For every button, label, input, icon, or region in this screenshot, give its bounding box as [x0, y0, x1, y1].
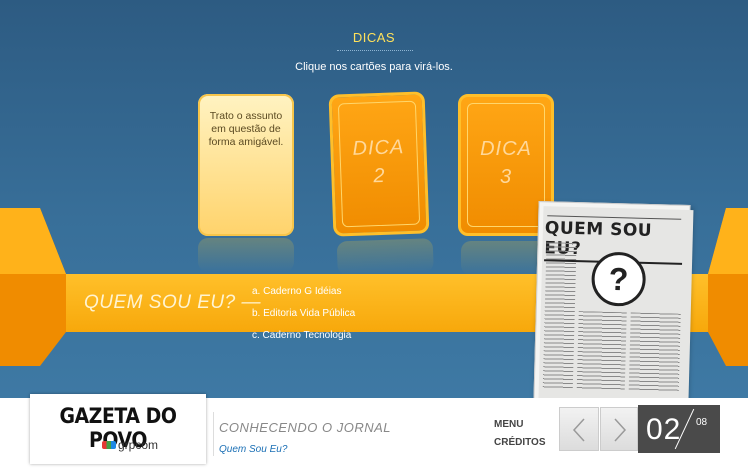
card-reflection	[336, 238, 434, 276]
answer-options: a. Caderno G Idéias b. Editoria Vida Púb…	[252, 281, 355, 347]
newspaper-column	[628, 312, 681, 392]
title-divider	[337, 50, 413, 51]
tip-card-3-label-line2: 3	[499, 166, 513, 188]
newspaper-illustration: QUEM SOU EU? ?	[533, 201, 694, 409]
band-right-arrow-icon	[708, 208, 748, 366]
tip-card-3-label: DICA 3	[461, 135, 551, 191]
page-current: 02	[646, 413, 682, 446]
tip-card-2-label: DICA 2	[333, 132, 425, 191]
section-title: CONHECENDO O JORNAL	[219, 420, 392, 435]
prev-page-button[interactable]	[559, 407, 599, 451]
chevron-right-icon	[614, 418, 627, 442]
newspaper-column	[542, 242, 577, 390]
page-title: DICAS	[352, 30, 396, 45]
option-a[interactable]: a. Caderno G Idéias	[252, 281, 355, 303]
next-page-button[interactable]	[600, 407, 638, 451]
tip-card-2-label-line1: DICA	[352, 136, 405, 160]
credits-link[interactable]: CRÉDITOS	[494, 434, 546, 452]
grpcom-text: grpcom	[118, 438, 159, 452]
page-indicator: 02 08	[638, 405, 720, 453]
tip-card-2-label-line2: 2	[372, 164, 386, 188]
option-b[interactable]: b. Editoria Vida Pública	[252, 303, 355, 325]
tip-card-1[interactable]: Trato o assunto em questão de forma amig…	[198, 94, 294, 272]
section-subtitle[interactable]: Quem Sou Eu?	[219, 444, 287, 455]
grpcom-logo-icon	[102, 441, 116, 449]
gazeta-logo[interactable]: GAZETA DO POVO grpcom	[30, 394, 206, 464]
menu-link[interactable]: MENU	[494, 416, 546, 434]
card-reflection	[198, 238, 294, 272]
tip-card-3-label-line1: DICA	[480, 138, 532, 160]
band-left-arrow-icon	[0, 208, 66, 366]
page-total: 08	[696, 417, 708, 428]
footer-divider	[213, 412, 214, 456]
option-c[interactable]: c. Caderno Tecnologia	[252, 325, 355, 347]
instruction-text: Clique nos cartões para virá-los.	[295, 61, 453, 73]
footer-menu: MENU CRÉDITOS	[494, 416, 546, 452]
tip-card-1-text: Trato o assunto em questão de forma amig…	[208, 110, 284, 148]
tip-card-2[interactable]: DICA 2	[328, 91, 434, 276]
newspaper-column	[576, 311, 627, 391]
chevron-left-icon	[572, 418, 585, 442]
quem-sou-eu-prompt: QUEM SOU EU? —	[84, 292, 261, 313]
